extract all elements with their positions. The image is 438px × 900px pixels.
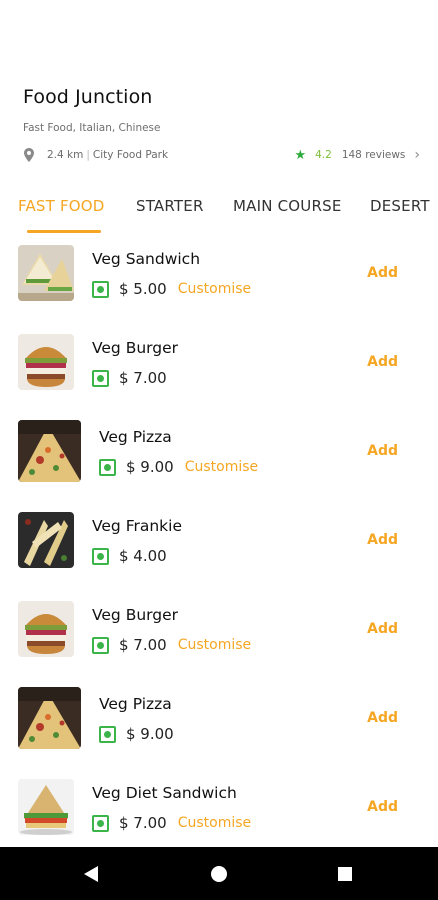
item-price: $ 9.00 — [126, 725, 174, 743]
menu-item-list: Veg Sandwich $ 5.00 Customise Add Veg Bu… — [0, 244, 438, 867]
tab-starter[interactable]: STARTER — [136, 197, 204, 215]
item-name: Veg Frankie — [92, 517, 183, 535]
star-icon: ★ — [294, 147, 307, 163]
customise-link[interactable]: Customise — [185, 459, 258, 475]
add-button[interactable]: Add — [367, 621, 398, 637]
add-button[interactable]: Add — [367, 710, 398, 726]
system-navigation-bar — [0, 847, 438, 900]
meta-divider: | — [86, 149, 90, 161]
distance-text: 2.4 km — [47, 149, 84, 161]
home-circle-icon[interactable] — [208, 863, 230, 885]
location-pin-icon — [23, 147, 35, 163]
category-tabs: FAST FOOD STARTER MAIN COURSE DESERT — [18, 193, 438, 235]
add-button[interactable]: Add — [367, 532, 398, 548]
item-price-row: $ 9.00 Customise — [99, 458, 258, 476]
list-item: Veg Pizza $ 9.00 Customise Add — [0, 420, 438, 511]
item-price-row: $ 4.00 — [92, 547, 178, 565]
item-name: Veg Burger — [92, 339, 179, 357]
item-price-row: $ 7.00 — [92, 369, 178, 387]
chevron-right-icon: › — [414, 147, 420, 163]
item-price: $ 7.00 — [119, 814, 167, 832]
tab-desert[interactable]: DESERT — [370, 197, 430, 215]
reviews-count: 148 reviews — [341, 149, 406, 161]
location-info: 2.4 km | City Food Park — [23, 147, 168, 163]
restaurant-meta-row: 2.4 km | City Food Park ★ 4.2 148 review… — [23, 146, 420, 164]
add-button[interactable]: Add — [367, 443, 398, 459]
customise-link[interactable]: Customise — [178, 815, 251, 831]
customise-link[interactable]: Customise — [178, 637, 251, 653]
item-name: Veg Pizza — [99, 428, 172, 446]
add-button[interactable]: Add — [367, 799, 398, 815]
veg-indicator-icon — [99, 725, 116, 743]
item-name: Veg Sandwich — [92, 250, 201, 268]
item-price-row: $ 5.00 Customise — [92, 280, 251, 298]
recents-square-icon[interactable] — [334, 863, 356, 885]
food-image-pizza — [18, 687, 81, 749]
item-name: Veg Burger — [92, 606, 179, 624]
add-button[interactable]: Add — [367, 354, 398, 370]
list-item: Veg Burger $ 7.00 Customise Add — [0, 600, 438, 689]
restaurant-header: Food Junction Fast Food, Italian, Chines… — [23, 86, 420, 163]
item-price: $ 4.00 — [119, 547, 167, 565]
veg-indicator-icon — [92, 547, 109, 565]
item-price: $ 9.00 — [126, 458, 174, 476]
veg-indicator-icon — [99, 458, 116, 476]
list-item: Veg Pizza $ 9.00 Add — [0, 687, 438, 778]
rating-reviews-link[interactable]: ★ 4.2 148 reviews › — [294, 147, 420, 163]
restaurant-menu-screen: Food Junction Fast Food, Italian, Chines… — [0, 0, 438, 900]
customise-link[interactable]: Customise — [178, 281, 251, 297]
tab-fast-food[interactable]: FAST FOOD — [18, 197, 105, 215]
list-item: Veg Frankie $ 4.00 Add — [0, 511, 438, 600]
active-tab-indicator — [27, 230, 101, 233]
veg-indicator-icon — [92, 814, 109, 832]
item-price: $ 7.00 — [119, 369, 167, 387]
tab-main-course[interactable]: MAIN COURSE — [233, 197, 342, 215]
veg-indicator-icon — [92, 369, 109, 387]
food-image-burger — [18, 334, 74, 390]
list-item: Veg Burger $ 7.00 Add — [0, 333, 438, 422]
food-image-frankie — [18, 512, 74, 568]
item-price-row: $ 7.00 Customise — [92, 814, 251, 832]
food-image-burger — [18, 601, 74, 657]
food-image-sandwich — [18, 245, 74, 301]
location-text: City Food Park — [92, 149, 169, 161]
item-price: $ 7.00 — [119, 636, 167, 654]
back-triangle-icon[interactable] — [80, 863, 102, 885]
veg-indicator-icon — [92, 280, 109, 298]
food-image-pizza — [18, 420, 81, 482]
rating-value: 4.2 — [315, 149, 332, 161]
restaurant-name: Food Junction — [23, 86, 153, 108]
item-name: Veg Pizza — [99, 695, 172, 713]
item-price-row: $ 7.00 Customise — [92, 636, 251, 654]
food-image-diet-sandwich — [18, 779, 74, 835]
restaurant-cuisines: Fast Food, Italian, Chinese — [23, 122, 161, 134]
item-name: Veg Diet Sandwich — [92, 784, 237, 802]
veg-indicator-icon — [92, 636, 109, 654]
add-button[interactable]: Add — [367, 265, 398, 281]
list-item: Veg Sandwich $ 5.00 Customise Add — [0, 244, 438, 333]
item-price: $ 5.00 — [119, 280, 167, 298]
item-price-row: $ 9.00 — [99, 725, 185, 743]
